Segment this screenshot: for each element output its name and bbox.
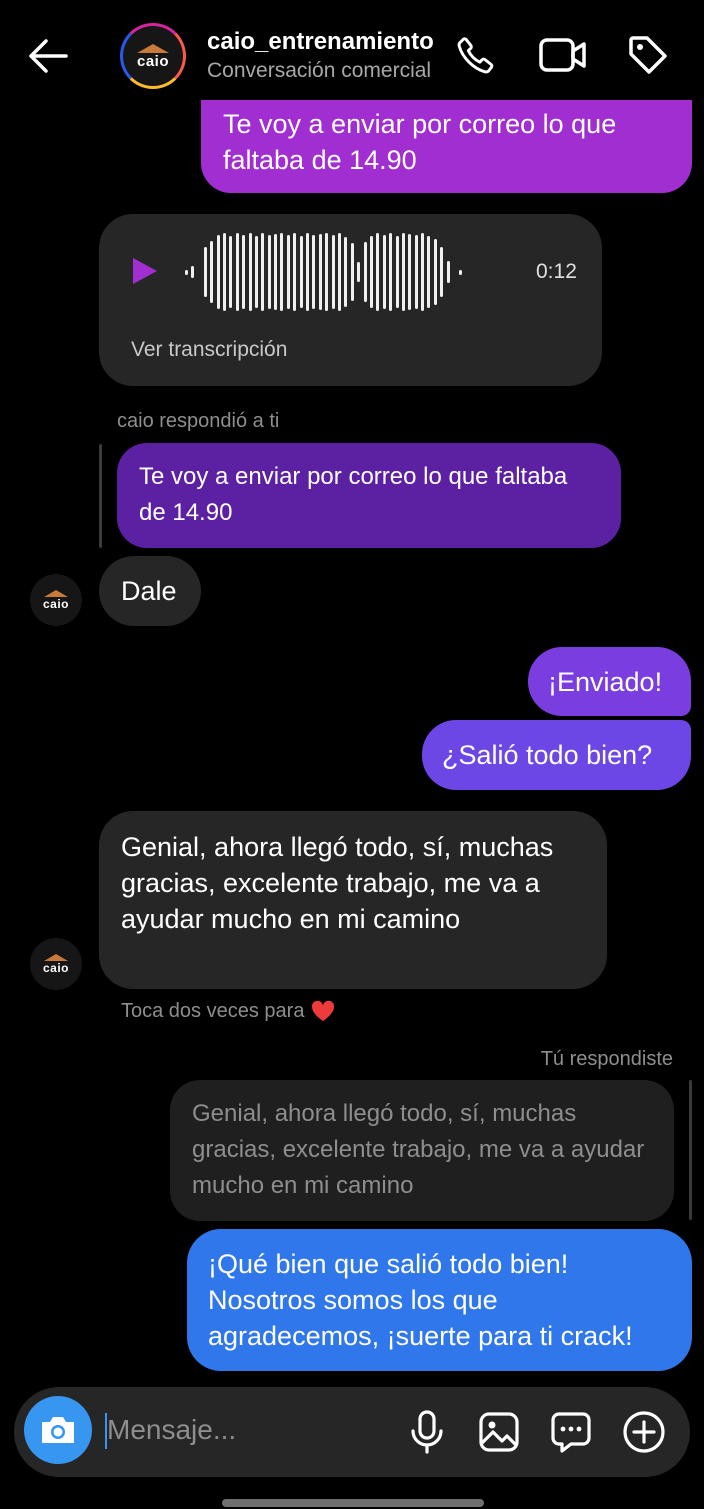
logo-roof-icon	[137, 43, 169, 53]
logo-roof-icon	[44, 590, 68, 597]
message-text: ¡Qué bien que salió todo bien! Nosotros …	[208, 1249, 633, 1351]
quoted-message-bubble[interactable]: Genial, ahora llegó todo, sí, muchas gra…	[170, 1080, 674, 1221]
contact-avatar[interactable]: caio	[30, 938, 82, 990]
back-arrow-icon[interactable]	[26, 36, 70, 76]
reply-context-label: Tú respondiste	[540, 1048, 673, 1070]
reply-quote-bar	[99, 444, 102, 548]
sent-message-bubble[interactable]: Te voy a enviar por correo lo que faltab…	[201, 100, 692, 193]
heart-icon	[310, 999, 336, 1023]
avatar-logo-text: caio	[136, 52, 169, 70]
tag-icon[interactable]	[626, 33, 670, 77]
reply-quote-bar	[689, 1080, 692, 1220]
quoted-message-text: Te voy a enviar por correo lo que faltab…	[139, 463, 568, 526]
audio-message-bubble[interactable]: 0:12 Ver transcripción	[99, 214, 602, 386]
double-tap-hint-text: Toca dos veces para	[121, 999, 305, 1022]
plus-icon[interactable]	[622, 1410, 666, 1454]
contact-avatar[interactable]: caio	[30, 574, 82, 626]
conversation-subtitle: Conversación comercial	[207, 59, 432, 82]
phone-icon[interactable]	[454, 33, 498, 77]
message-text: Genial, ahora llegó todo, sí, muchas gra…	[121, 832, 554, 934]
camera-button[interactable]	[24, 1396, 92, 1464]
message-input[interactable]: Mensaje...	[107, 1414, 236, 1446]
quoted-message-text: Genial, ahora llegó todo, sí, muchas gra…	[192, 1100, 645, 1199]
message-text: ¿Salió todo bien?	[442, 740, 653, 770]
microphone-icon[interactable]	[406, 1410, 448, 1454]
double-tap-hint: Toca dos veces para	[121, 999, 336, 1023]
audio-duration: 0:12	[536, 260, 577, 283]
message-text: ¡Enviado!	[548, 667, 663, 697]
message-text: Te voy a enviar por correo lo que faltab…	[223, 109, 617, 175]
message-text: Dale	[121, 576, 177, 606]
play-icon[interactable]	[129, 256, 159, 286]
quoted-message-bubble[interactable]: Te voy a enviar por correo lo que faltab…	[117, 443, 621, 548]
logo-roof-icon	[44, 954, 68, 961]
avatar-logo-text: caio	[42, 597, 69, 611]
contact-username[interactable]: caio_entrenamiento	[207, 28, 434, 56]
view-transcript-link[interactable]: Ver transcripción	[131, 336, 287, 364]
sent-message-bubble[interactable]: ¿Salió todo bien?	[422, 720, 691, 790]
audio-waveform[interactable]	[185, 230, 525, 314]
sticker-icon[interactable]	[550, 1411, 592, 1453]
profile-avatar[interactable]: caio	[120, 23, 186, 89]
reply-context-label: caio respondió a ti	[117, 410, 280, 432]
received-message-bubble[interactable]: Genial, ahora llegó todo, sí, muchas gra…	[99, 811, 607, 989]
image-icon[interactable]	[478, 1411, 520, 1453]
video-camera-icon[interactable]	[538, 35, 588, 75]
sent-message-bubble[interactable]: ¡Qué bien que salió todo bien! Nosotros …	[187, 1229, 692, 1371]
camera-icon	[38, 1413, 78, 1447]
home-indicator[interactable]	[222, 1499, 484, 1507]
avatar-logo-text: caio	[42, 961, 69, 975]
received-message-bubble[interactable]: Dale	[99, 556, 201, 626]
sent-message-bubble[interactable]: ¡Enviado!	[528, 647, 691, 716]
